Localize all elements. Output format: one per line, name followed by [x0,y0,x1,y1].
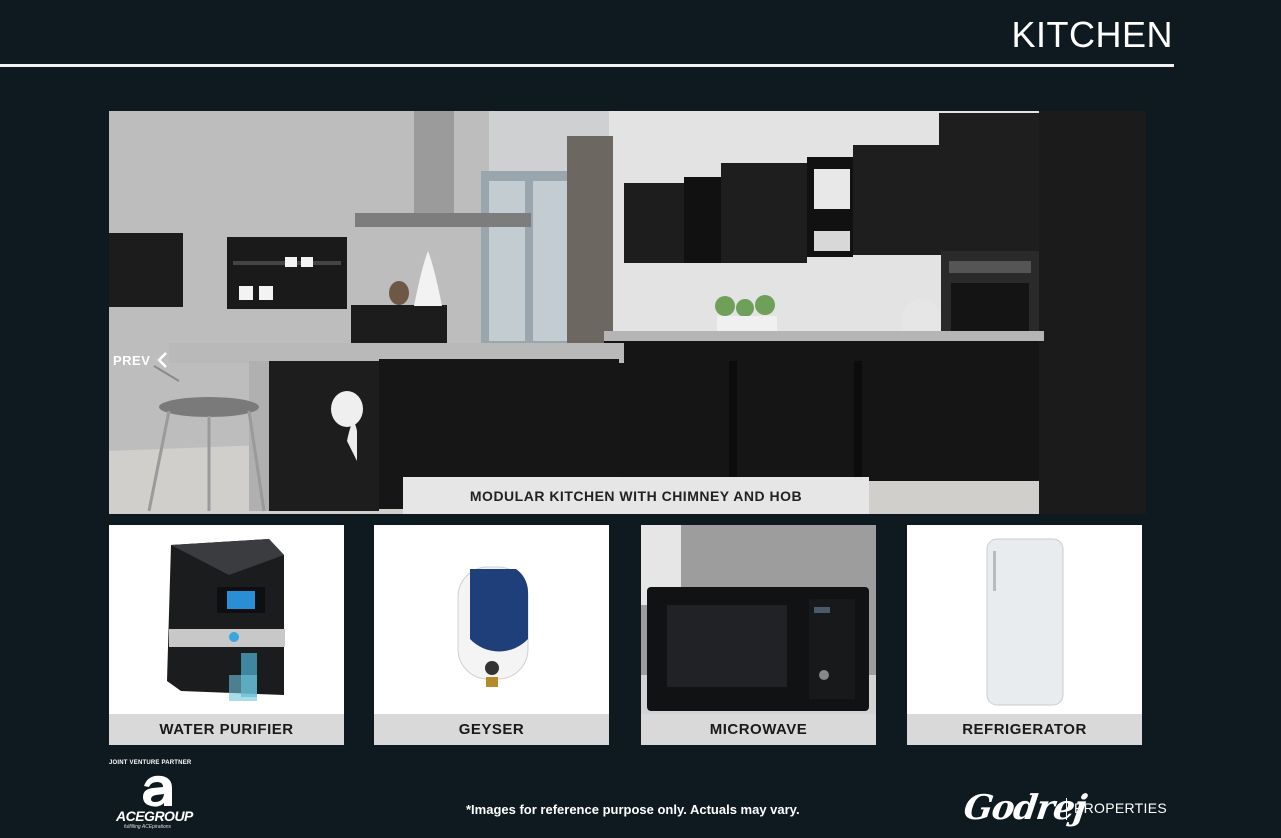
feature-label-geyser: GEYSER [374,714,609,745]
title-divider [0,64,1174,67]
page-title: KITCHEN [1011,14,1173,55]
jv-partner-label: JOINT VENTURE PARTNER [109,760,192,766]
godrej-properties-logo: Godrej PROPERTIES [961,788,1184,834]
feature-card-refrigerator: REFRIGERATOR [907,525,1142,745]
logo-divider [1066,798,1067,820]
feature-card-microwave: MICROWAVE [641,525,876,745]
microwave-image [641,525,876,714]
feature-label-water-purifier: WATER PURIFIER [109,714,344,745]
hero-caption: MODULAR KITCHEN WITH CHIMNEY AND HOB [403,477,869,514]
feature-label-refrigerator: REFRIGERATOR [907,714,1142,745]
ace-tagline: fulfilling ACEpirations [124,824,172,830]
water-purifier-image [109,525,344,714]
feature-label-microwave: MICROWAVE [641,714,876,745]
godrej-logo-text: Godrej [961,788,1089,828]
prev-label: PREV [113,352,151,368]
feature-card-water-purifier: WATER PURIFIER [109,525,344,745]
ace-logo-icon [143,775,172,807]
properties-label: PROPERTIES [1074,800,1167,816]
chevron-left-icon [156,351,170,369]
ace-logo-text: ACEGROUP [116,808,193,824]
feature-card-geyser: GEYSER [374,525,609,745]
refrigerator-image [907,525,1142,714]
prev-button[interactable]: PREV [109,347,181,373]
disclaimer-text: *Images for reference purpose only. Actu… [466,802,800,817]
ace-group-logo: ACEGROUP fulfilling ACEpirations [112,772,202,832]
geyser-image [374,525,609,714]
hero-kitchen-image [109,111,1146,514]
